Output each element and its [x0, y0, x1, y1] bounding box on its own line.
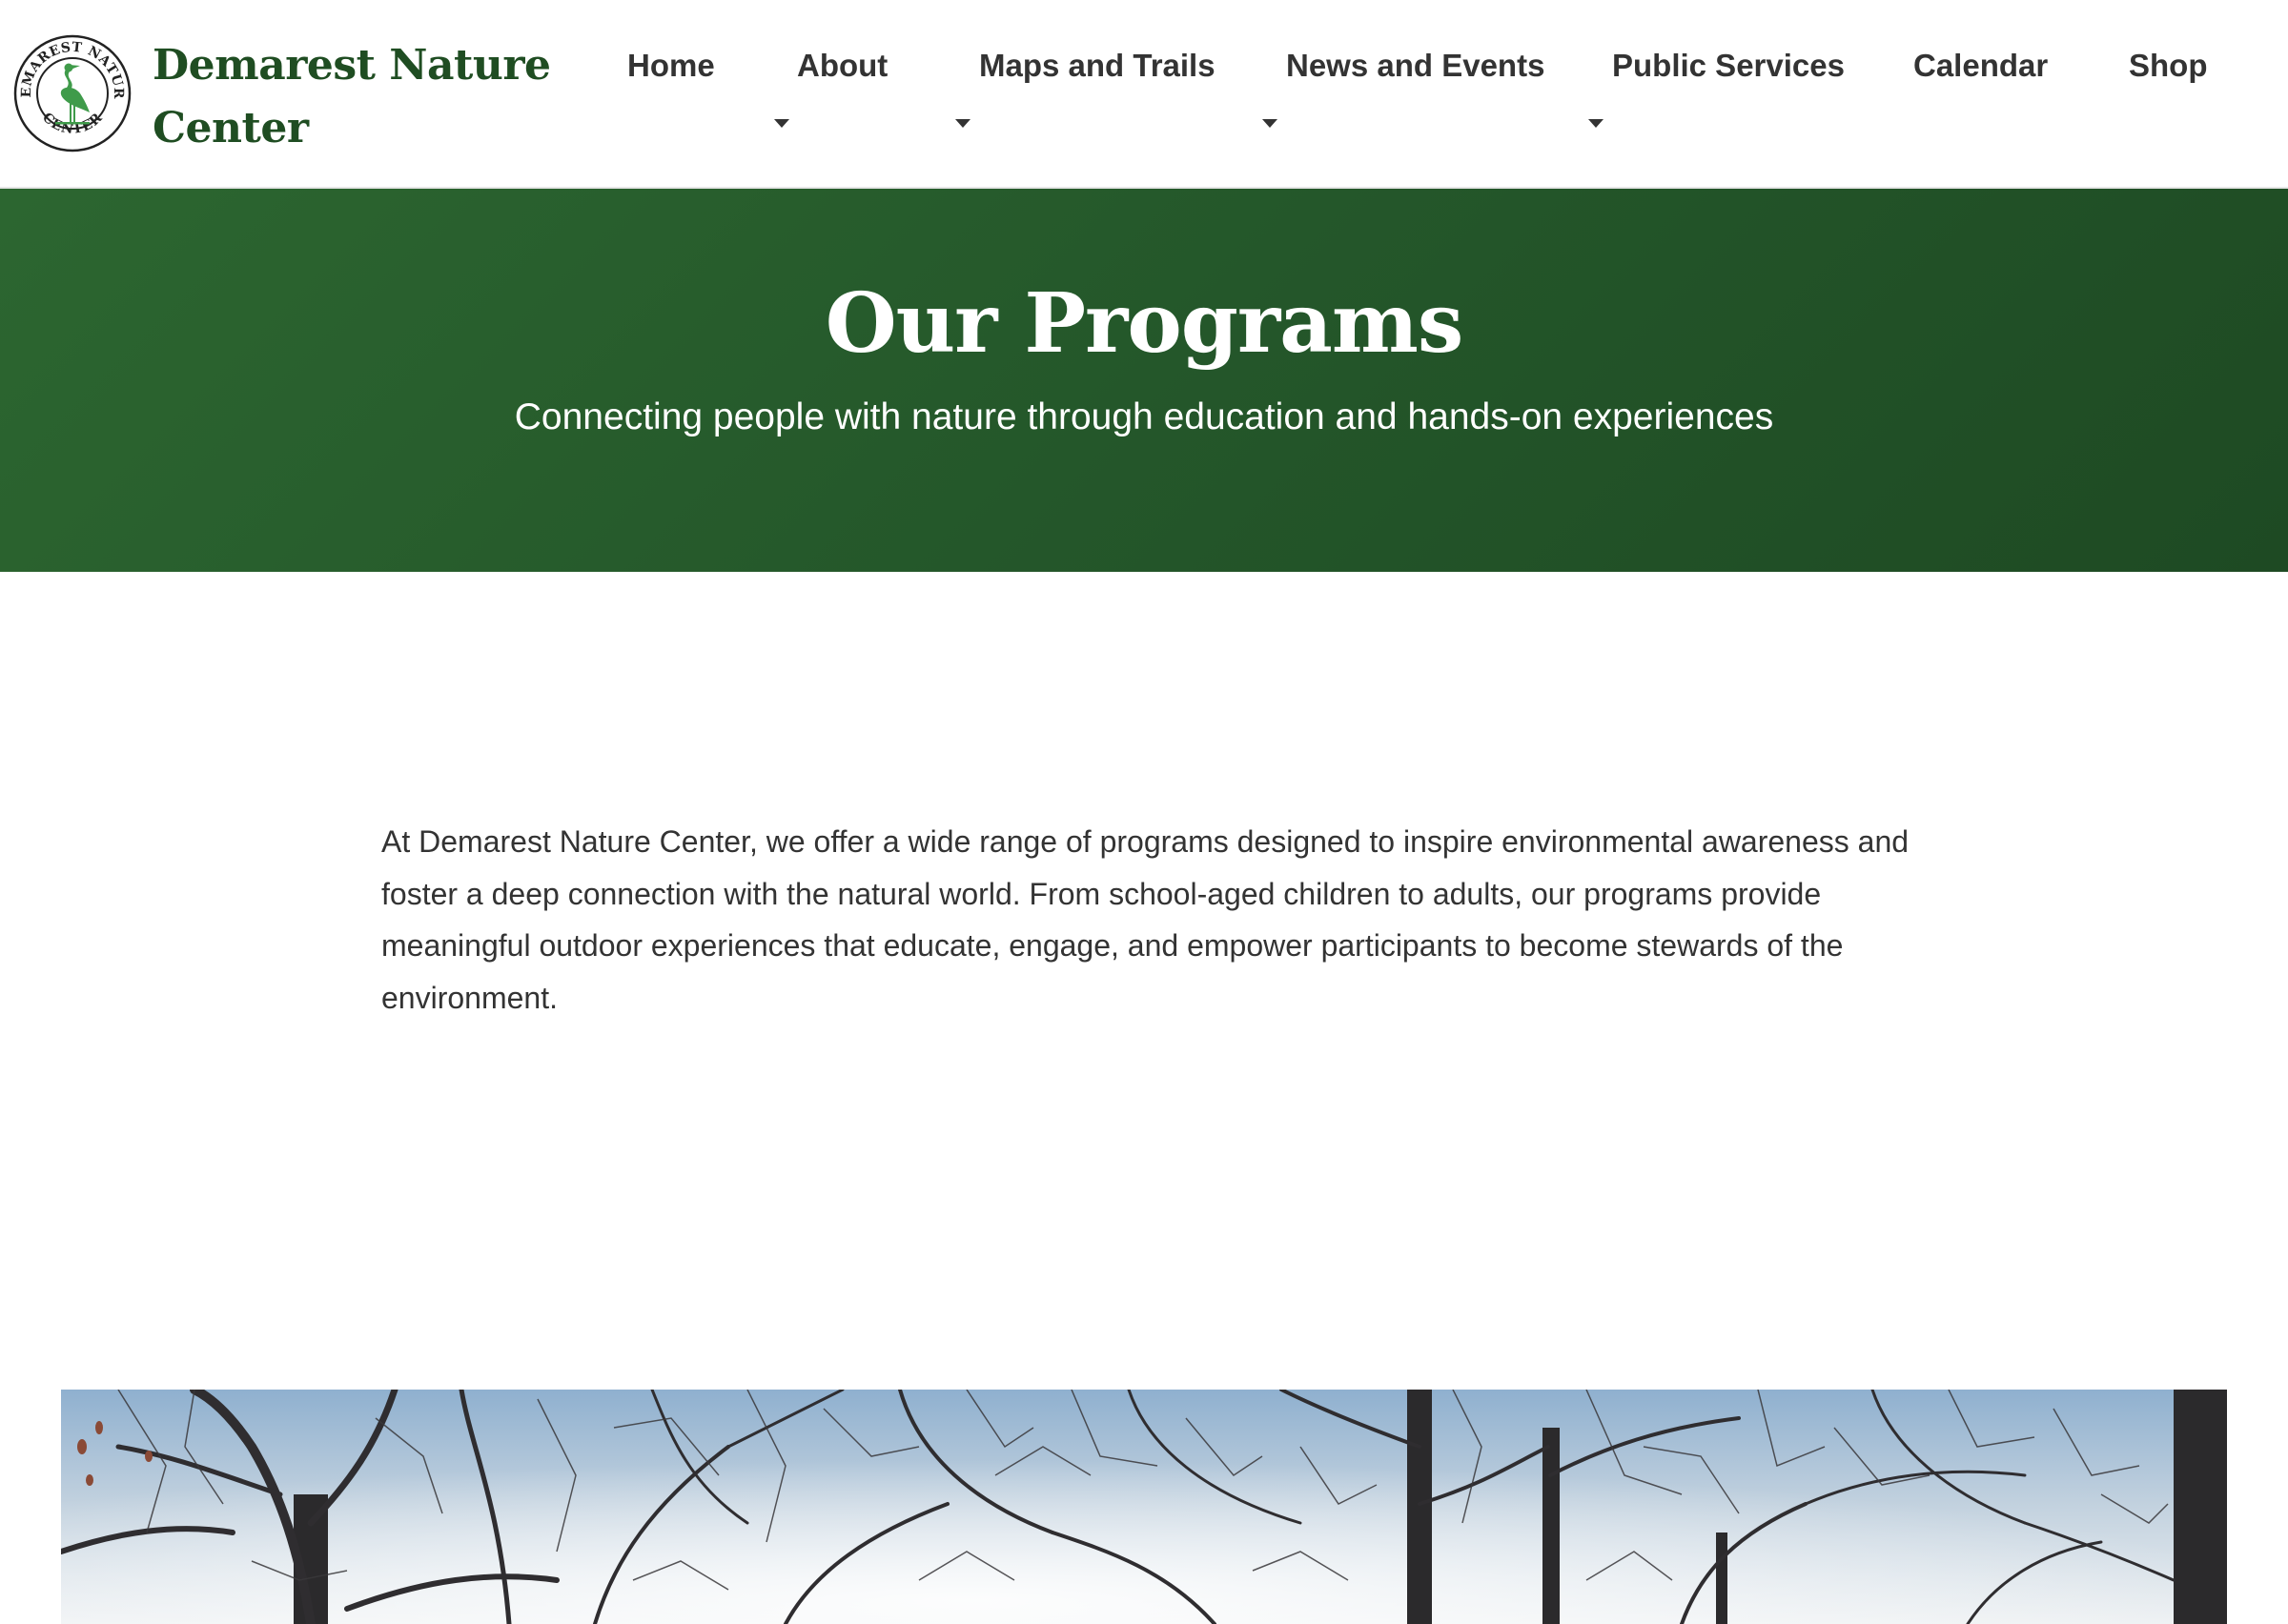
winter-trees-photo [61, 1390, 2227, 1624]
site-header: DEMAREST NATURE CENTER Demarest Nature C [0, 0, 2288, 189]
news-chevron-down-icon[interactable] [1262, 119, 1277, 128]
hero-banner: Our Programs Connecting people with natu… [0, 189, 2288, 572]
nav-home[interactable]: Home [627, 48, 715, 84]
nav-public-services[interactable]: Public Services [1612, 48, 1845, 84]
site-name: Demarest Nature Center [153, 41, 551, 152]
services-chevron-down-icon[interactable] [1588, 119, 1604, 128]
site-logo: DEMAREST NATURE CENTER [13, 34, 132, 152]
nav-calendar[interactable]: Calendar [1913, 48, 2048, 84]
intro-paragraph: At Demarest Nature Center, we offer a wi… [381, 824, 1910, 1015]
trees-image [61, 1390, 2227, 1624]
maps-chevron-down-icon[interactable] [955, 119, 970, 128]
nav-news-and-events[interactable]: News and Events [1286, 48, 1544, 84]
nav-maps-and-trails[interactable]: Maps and Trails [979, 48, 1216, 84]
nav-about[interactable]: About [797, 48, 888, 84]
page-subtitle: Connecting people with nature through ed… [514, 396, 1774, 437]
about-chevron-down-icon[interactable] [774, 119, 789, 128]
brand-home-link[interactable]: DEMAREST NATURE CENTER Demarest Nature C [13, 34, 553, 160]
nav-shop[interactable]: Shop [2129, 48, 2207, 84]
page-title: Our Programs [825, 275, 1464, 372]
